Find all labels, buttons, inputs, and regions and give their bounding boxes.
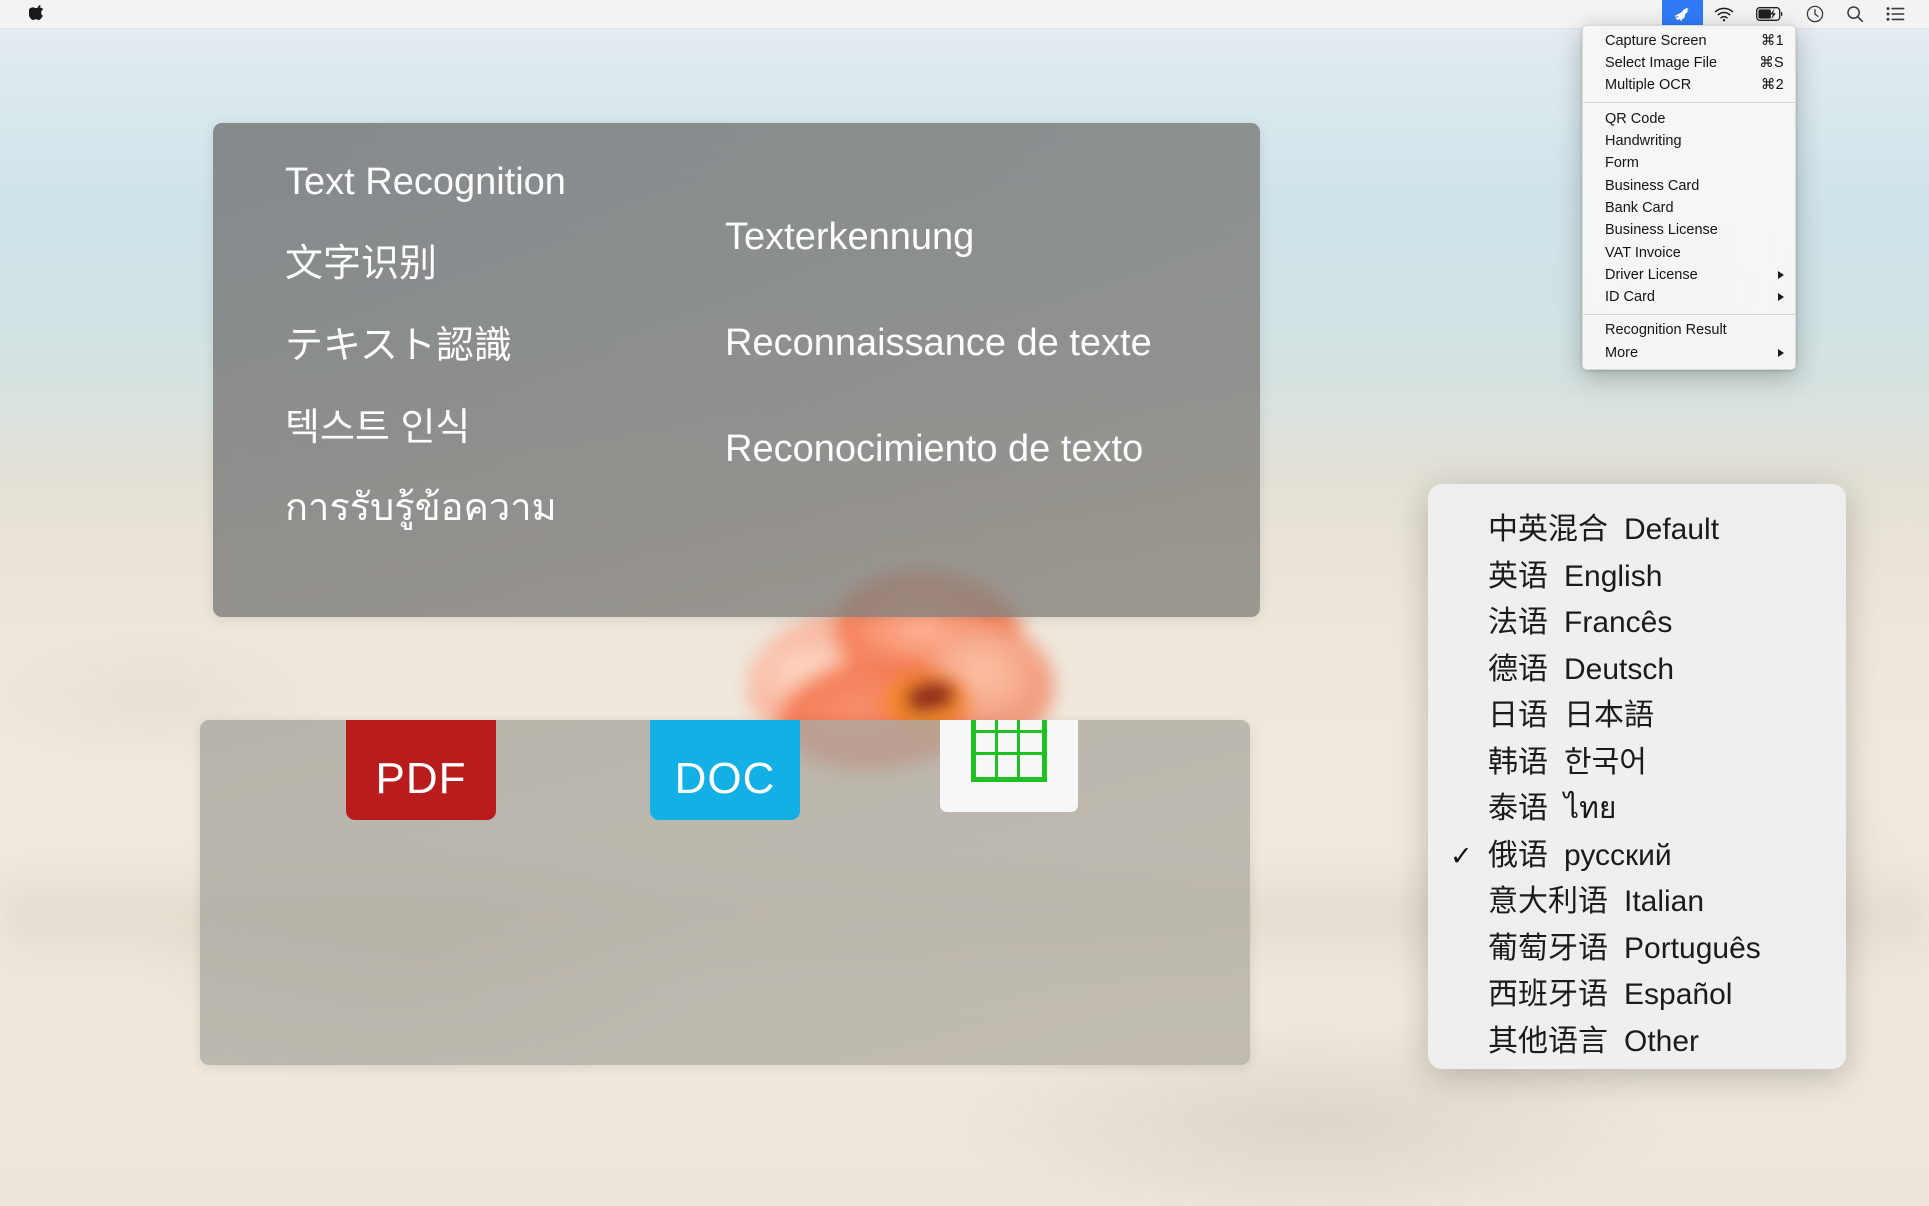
text-line: Reconocimiento de texto: [725, 428, 1144, 470]
doc-label: DOC: [674, 754, 776, 803]
siri-clock-icon[interactable]: [1795, 0, 1835, 29]
menu-item-label: More: [1605, 344, 1639, 361]
menu-item-business-card[interactable]: Business Card: [1583, 175, 1795, 197]
spotlight-search-icon[interactable]: [1835, 0, 1875, 29]
language-option-português[interactable]: 葡萄牙语 Português: [1428, 923, 1846, 970]
language-name-native: Português: [1624, 931, 1761, 965]
language-name-cn: 英语: [1488, 559, 1548, 593]
submenu-arrow-icon: [1778, 293, 1784, 302]
language-option-other[interactable]: 其他语言 Other: [1428, 1016, 1846, 1063]
language-option-español[interactable]: 西班牙语 Español: [1428, 969, 1846, 1016]
text-line: 文字识别: [285, 243, 438, 285]
language-name-native: Deutsch: [1564, 652, 1675, 686]
language-option-italian[interactable]: 意大利语 Italian: [1428, 876, 1846, 923]
text-line: การรับรู้ข้อความ: [285, 487, 557, 529]
language-option-deutsch[interactable]: 德语 Deutsch: [1428, 644, 1846, 691]
text-line: 텍스트 인식: [285, 407, 471, 449]
menu-item-recognition-result[interactable]: Recognition Result: [1583, 320, 1795, 342]
language-name-cn: 德语: [1488, 652, 1548, 686]
language-name-native: русский: [1564, 838, 1672, 872]
menu-item-capture-screen[interactable]: Capture Screen ⌘1: [1583, 30, 1795, 52]
menu-item-more[interactable]: More: [1583, 342, 1795, 364]
desktop-wallpaper: Capture Screen ⌘1 Select Image File ⌘S Multi…: [0, 0, 1929, 1206]
language-name-cn: 其他语言: [1488, 1024, 1608, 1058]
menu-item-vat-invoice[interactable]: VAT Invoice: [1583, 242, 1795, 264]
checkmark-icon: ✓: [1450, 840, 1473, 871]
control-center-icon[interactable]: [1875, 0, 1917, 29]
text-column-left: Text Recognition 文字识别 テキスト認識 텍스트 인식 การร…: [285, 163, 725, 527]
menu-item-bank-card[interactable]: Bank Card: [1583, 197, 1795, 219]
language-selection-panel[interactable]: 中英混合 Default 英语 English 法语 Francês 德语 Deutsch 日语…: [1428, 484, 1846, 1069]
language-name-cn: 泰语: [1488, 792, 1548, 825]
menu-item-id-card[interactable]: ID Card: [1583, 286, 1795, 308]
language-name-native: Italian: [1624, 885, 1705, 918]
menu-item-label: Recognition Result: [1605, 322, 1727, 339]
menu-item-label: Multiple OCR: [1605, 77, 1692, 94]
language-name-cn: 韩语: [1488, 745, 1548, 779]
menu-item-select-image-file[interactable]: Select Image File ⌘S: [1583, 52, 1795, 74]
menu-separator: [1583, 313, 1795, 315]
language-name-cn: 日语: [1488, 699, 1548, 732]
menu-item-label: Capture Screen: [1605, 32, 1707, 49]
apple-logo-icon[interactable]: [18, 0, 55, 29]
language-option-日本語[interactable]: 日语 日本語: [1428, 690, 1846, 737]
menu-item-form[interactable]: Form: [1583, 152, 1795, 174]
language-name-native: Default: [1624, 513, 1720, 546]
menu-item-label: Handwriting: [1605, 133, 1682, 150]
text-line: Text Recognition: [285, 161, 566, 203]
language-name-native: Francês: [1564, 606, 1673, 639]
language-name-native: 한국어: [1564, 745, 1647, 779]
doc-file-icon[interactable]: DOC: [650, 720, 800, 820]
spreadsheet-grid-icon: [971, 720, 1047, 782]
menu-item-multiple-ocr[interactable]: Multiple OCR ⌘2: [1583, 75, 1795, 97]
language-name-cn: 西班牙语: [1488, 978, 1608, 1011]
menu-item-label: Business Card: [1605, 177, 1700, 194]
language-name-native: 日本語: [1564, 699, 1654, 732]
menu-item-label: Driver License: [1605, 266, 1698, 283]
menu-item-driver-license[interactable]: Driver License: [1583, 264, 1795, 286]
menu-item-label: Form: [1605, 155, 1639, 172]
menu-item-label: Business License: [1605, 222, 1718, 239]
menu-item-business-license[interactable]: Business License: [1583, 219, 1795, 241]
pdf-label: PDF: [375, 754, 467, 803]
menu-item-label: VAT Invoice: [1605, 244, 1681, 261]
text-recognition-panel: Text Recognition 文字识别 テキスト認識 텍스트 인식 การร…: [213, 123, 1260, 617]
language-name-cn: 俄语: [1488, 838, 1548, 872]
file-icon-row: PDF DOC S: [200, 720, 1250, 1065]
menu-separator: [1583, 101, 1795, 103]
menu-item-handwriting[interactable]: Handwriting: [1583, 130, 1795, 152]
language-name-cn: 法语: [1488, 606, 1548, 639]
submenu-arrow-icon: [1778, 349, 1784, 357]
language-name-native: Other: [1624, 1024, 1700, 1058]
menu-item-label: ID Card: [1605, 289, 1655, 306]
menu-item-shortcut: ⌘1: [1760, 32, 1784, 49]
menu-item-shortcut: ⌘2: [1760, 77, 1784, 94]
text-column-right: Texterkennung Reconnaissance de texte Re…: [725, 218, 1245, 468]
submenu-arrow-icon: [1778, 271, 1784, 280]
language-option-한국어[interactable]: 韩语 한국어: [1428, 737, 1846, 784]
menu-item-label: Select Image File: [1605, 55, 1718, 72]
language-option-default[interactable]: 中英混合 Default: [1428, 504, 1846, 551]
menu-item-label: QR Code: [1605, 110, 1666, 127]
menu-item-qr-code[interactable]: QR Code: [1583, 108, 1795, 130]
menu-item-label: Bank Card: [1605, 199, 1674, 216]
language-name-cn: 意大利语: [1488, 885, 1608, 918]
sheet-file-icon[interactable]: S: [940, 720, 1078, 812]
file-formats-panel: PDF DOC S: [200, 720, 1250, 1065]
language-name-cn: 中英混合: [1488, 513, 1608, 546]
language-option-english[interactable]: 英语 English: [1428, 551, 1846, 598]
menu-item-shortcut: ⌘S: [1759, 55, 1784, 72]
text-line: Texterkennung: [725, 216, 975, 258]
language-name-native: English: [1564, 559, 1663, 593]
text-line: テキスト認識: [285, 325, 512, 367]
pdf-file-icon[interactable]: PDF: [346, 720, 496, 820]
language-option-ไทย[interactable]: 泰语 ไทย: [1428, 783, 1846, 830]
text-line: Reconnaissance de texte: [725, 322, 1152, 364]
language-name-native: ไทย: [1564, 792, 1617, 825]
language-option-русский[interactable]: ✓ 俄语 русский: [1428, 830, 1846, 877]
language-option-francês[interactable]: 法语 Francês: [1428, 597, 1846, 644]
app-dropdown-menu[interactable]: Capture Screen ⌘1 Select Image File ⌘S Multi…: [1582, 25, 1796, 371]
language-name-native: Español: [1624, 978, 1733, 1011]
language-name-cn: 葡萄牙语: [1488, 931, 1608, 965]
